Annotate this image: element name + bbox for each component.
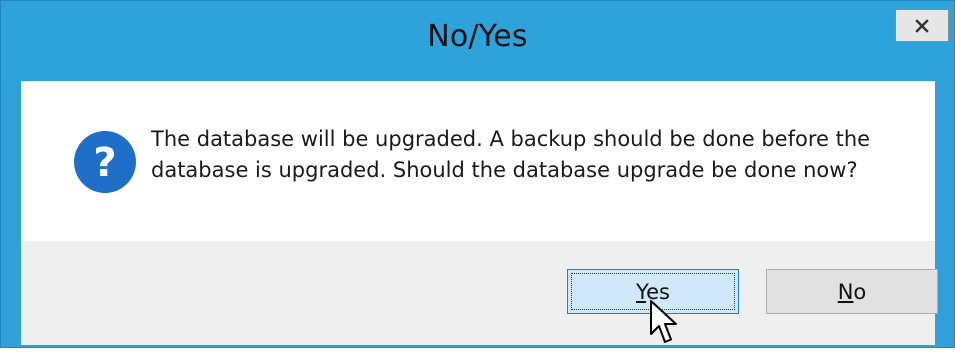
close-icon <box>915 18 929 33</box>
dialog-message: The database will be upgraded. A backup … <box>151 127 871 182</box>
svg-text:?: ? <box>93 140 116 186</box>
dialog-content: ? The database will be upgraded. A backu… <box>21 81 935 241</box>
message-dialog: No/Yes ? The database will be upgraded. … <box>0 0 955 348</box>
mouse-pointer-icon <box>650 300 682 348</box>
window-title: No/Yes <box>427 19 528 54</box>
title-bar[interactable]: No/Yes <box>1 1 954 81</box>
question-icon: ? <box>73 130 137 194</box>
no-button-label: No <box>837 279 867 304</box>
no-button[interactable]: No <box>766 269 938 314</box>
button-bar: Yes No <box>21 241 938 345</box>
close-button[interactable] <box>895 9 949 42</box>
